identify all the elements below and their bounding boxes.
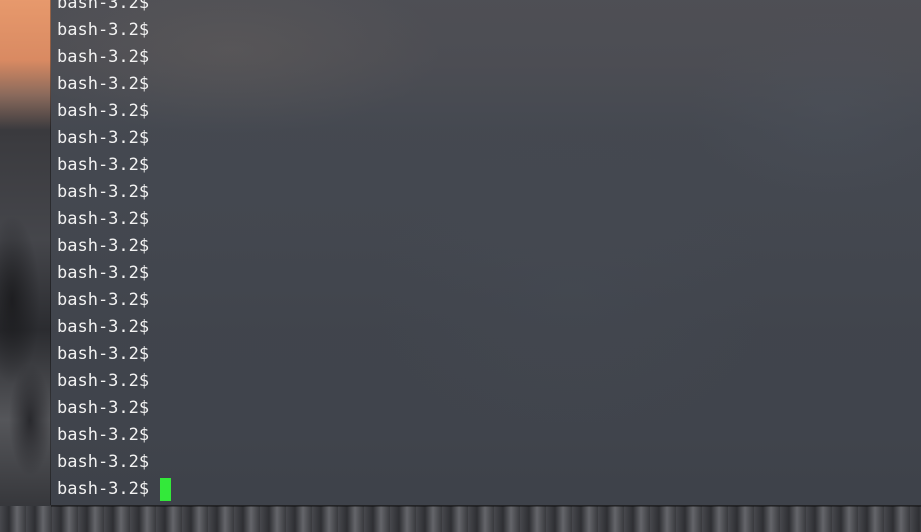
terminal-line: bash-3.2$ — [57, 17, 171, 44]
shell-prompt: bash-3.2$ — [57, 479, 150, 499]
shell-prompt: bash-3.2$ — [57, 155, 150, 175]
terminal-line: bash-3.2$ — [57, 179, 171, 206]
terminal-line: bash-3.2$ — [57, 422, 171, 449]
shell-prompt: bash-3.2$ — [57, 182, 150, 202]
shell-prompt: bash-3.2$ — [57, 290, 150, 310]
terminal-line: bash-3.2$ — [57, 449, 171, 476]
shell-prompt: bash-3.2$ — [57, 452, 150, 472]
terminal-line: bash-3.2$ — [57, 125, 171, 152]
shell-prompt: bash-3.2$ — [57, 20, 150, 40]
shell-prompt: bash-3.2$ — [57, 425, 150, 445]
terminal-input-line[interactable]: bash-3.2$ — [57, 476, 172, 503]
terminal-line: bash-3.2$ — [57, 341, 171, 368]
text-cursor — [160, 478, 172, 501]
terminal-line: bash-3.2$ — [57, 98, 171, 125]
shell-prompt: bash-3.2$ — [57, 317, 150, 337]
terminal-line: bash-3.2$ — [57, 260, 171, 287]
terminal-line: bash-3.2$ — [57, 314, 171, 341]
shell-prompt: bash-3.2$ — [57, 0, 150, 13]
shell-prompt: bash-3.2$ — [57, 74, 150, 94]
shell-prompt: bash-3.2$ — [57, 263, 150, 283]
shell-prompt: bash-3.2$ — [57, 371, 150, 391]
shell-prompt: bash-3.2$ — [57, 398, 150, 418]
shell-prompt: bash-3.2$ — [57, 101, 150, 121]
terminal-line: bash-3.2$ — [57, 395, 171, 422]
terminal-window[interactable]: bash-3.2$ bash-3.2$ bash-3.2$ bash-3.2$ … — [51, 0, 921, 505]
shell-prompt: bash-3.2$ — [57, 209, 150, 229]
terminal-output: bash-3.2$ bash-3.2$ bash-3.2$ bash-3.2$ … — [57, 0, 172, 503]
terminal-line: bash-3.2$ — [57, 71, 171, 98]
terminal-line: bash-3.2$ — [57, 44, 171, 71]
shell-prompt: bash-3.2$ — [57, 47, 150, 67]
terminal-line: bash-3.2$ — [57, 0, 171, 17]
terminal-line: bash-3.2$ — [57, 287, 171, 314]
shell-prompt: bash-3.2$ — [57, 344, 150, 364]
shell-prompt: bash-3.2$ — [57, 128, 150, 148]
terminal-line: bash-3.2$ — [57, 152, 171, 179]
shell-prompt: bash-3.2$ — [57, 236, 150, 256]
terminal-line: bash-3.2$ — [57, 206, 171, 233]
terminal-line: bash-3.2$ — [57, 368, 171, 395]
terminal-line: bash-3.2$ — [57, 233, 171, 260]
